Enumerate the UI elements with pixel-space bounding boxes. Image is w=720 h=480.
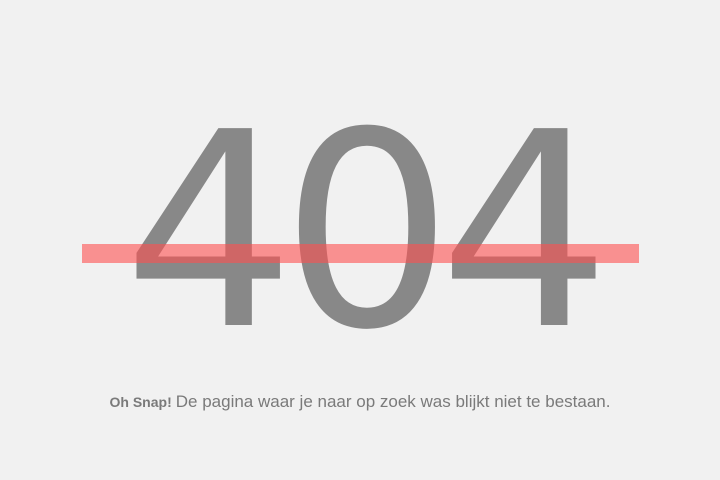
error-message-lead: Oh Snap! [109, 394, 172, 410]
error-code: 404 [123, 74, 610, 389]
error-page: 404 Oh Snap! De pagina waar je naar op zo… [0, 0, 720, 480]
strikethrough-bar [82, 244, 639, 263]
error-message: Oh Snap! De pagina waar je naar op zoek w… [0, 392, 720, 412]
error-code-block: 404 [0, 92, 720, 372]
error-message-text: De pagina waar je naar op zoek was blijk… [175, 392, 611, 411]
